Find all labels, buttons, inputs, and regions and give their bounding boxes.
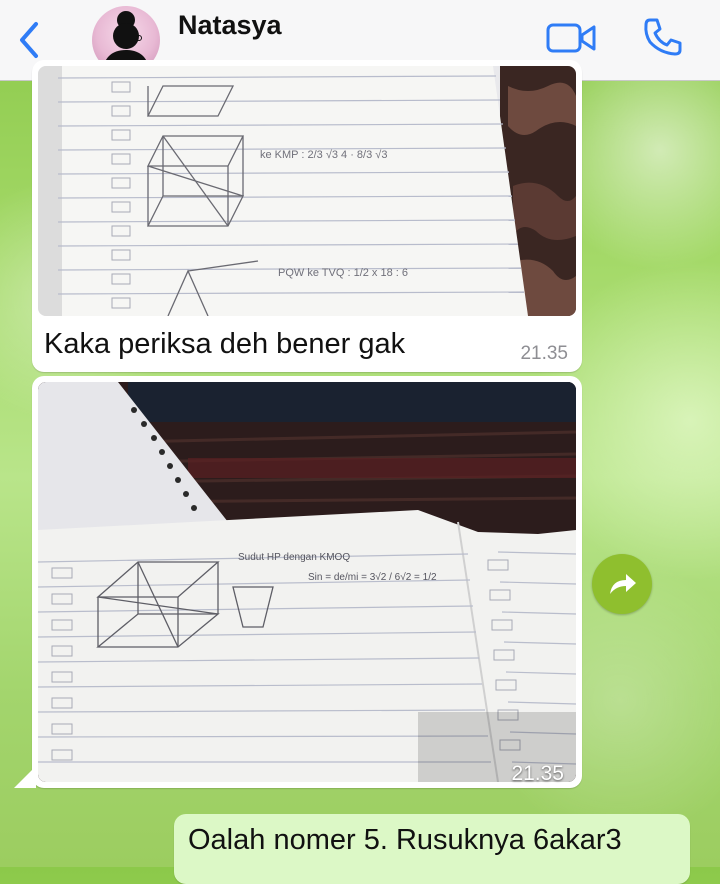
back-button[interactable] (14, 16, 46, 64)
photo-note-line: Sin = de/mi = 3√2 / 6√2 = 1/2 (308, 571, 437, 583)
photo-notebook-2[interactable]: Sudut HP dengan KMOQ Sin = de/mi = 3√2 /… (38, 382, 576, 782)
photo-note-line: PQW ke TVQ : 1/2 x 18 : 6 (278, 267, 408, 279)
message-time: 21.35 (520, 343, 568, 364)
video-camera-icon (546, 23, 596, 53)
chevron-left-icon (20, 22, 38, 58)
message-time: 21.35 (511, 762, 564, 785)
voice-call-button[interactable] (640, 14, 686, 60)
forward-arrow-icon (610, 574, 636, 594)
message-bubble-incoming[interactable]: Sudut HP dengan KMOQ Sin = de/mi = 3√2 /… (32, 376, 582, 788)
video-call-button[interactable] (546, 20, 598, 56)
photo-note-line: Sudut HP dengan KMOQ (238, 552, 350, 563)
message-bubble-incoming[interactable]: ke KMP : 2/3 √3 4 · 8/3 √3 PQW ke TVQ : … (32, 60, 582, 372)
bubble-tail (14, 766, 36, 788)
contact-name[interactable]: Natasya (178, 10, 282, 41)
notebook-on-carpet-image: Sudut HP dengan KMOQ Sin = de/mi = 3√2 /… (38, 382, 576, 782)
message-bubble-outgoing[interactable]: Oalah nomer 5. Rusuknya 6akar3 (174, 814, 690, 884)
photo-notebook-1[interactable]: ke KMP : 2/3 √3 4 · 8/3 √3 PQW ke TVQ : … (38, 66, 576, 316)
message-caption: Kaka periksa deh bener gak (44, 328, 406, 360)
phone-icon (644, 18, 682, 56)
message-text: Oalah nomer 5. Rusuknya 6akar3 (188, 824, 622, 856)
notebook-photo-image: ke KMP : 2/3 √3 4 · 8/3 √3 PQW ke TVQ : … (38, 66, 576, 316)
forward-button[interactable] (592, 554, 652, 614)
photo-note-line: ke KMP : 2/3 √3 4 · 8/3 √3 (260, 149, 387, 161)
